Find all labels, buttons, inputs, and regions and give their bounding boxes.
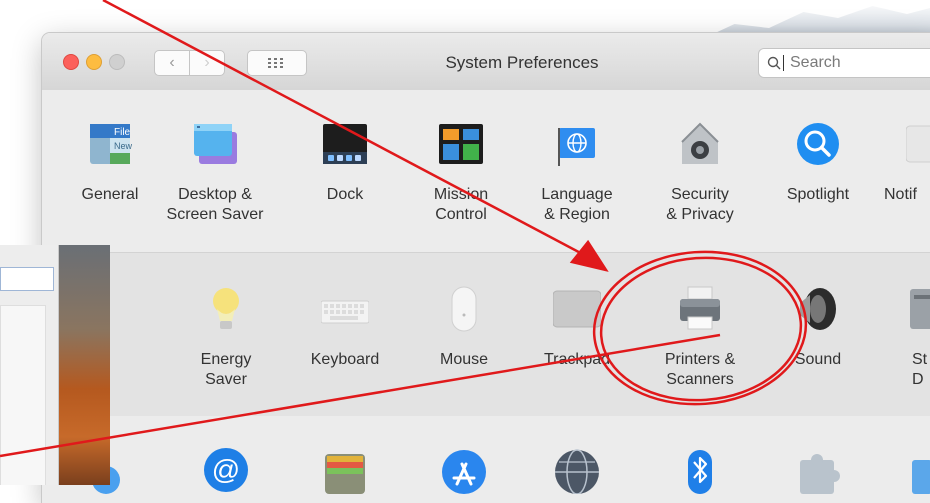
pane-label: Trackpad xyxy=(543,351,611,368)
pane-label: Language & Region xyxy=(541,186,613,223)
pane-label: Printers & Scanners xyxy=(664,351,736,388)
pane-app-store[interactable] xyxy=(406,446,522,499)
bluetooth-icon xyxy=(688,450,712,494)
pane-bluetooth[interactable] xyxy=(642,446,758,499)
show-all-grid-icon xyxy=(268,58,283,68)
pane-energy-saver[interactable]: Energy Saver xyxy=(168,285,284,390)
wallpaper-photo xyxy=(50,245,110,485)
sound-icon xyxy=(800,288,836,330)
zoom-button[interactable] xyxy=(109,54,125,70)
security-privacy-icon xyxy=(681,122,719,164)
svg-text:@: @ xyxy=(212,454,240,485)
background-window-content xyxy=(0,305,46,485)
background-window-field[interactable] xyxy=(0,267,54,291)
show-all-button[interactable] xyxy=(247,50,307,76)
energy-saver-icon xyxy=(213,288,239,329)
pane-language-region[interactable]: Language & Region xyxy=(519,120,635,225)
pane-label: Dock xyxy=(326,186,364,203)
extensions-icon xyxy=(800,454,840,494)
network-icon xyxy=(555,449,599,495)
pane-network[interactable] xyxy=(519,446,635,499)
pane-mission-control[interactable]: Mission Control xyxy=(403,120,519,225)
pane-label: Energy Saver xyxy=(200,351,252,388)
window-title: System Preferences xyxy=(445,53,599,72)
keyboard-icon xyxy=(320,300,370,324)
close-button[interactable] xyxy=(63,54,79,70)
pane-keyboard[interactable]: Keyboard xyxy=(287,285,403,370)
preferences-row-personal: File New General Desktop & Screen Saver xyxy=(42,90,930,251)
title-bar: ‹ › System Preferences Search xyxy=(42,33,930,91)
startup-disk-icon xyxy=(910,289,930,329)
pane-printers-scanners[interactable]: Printers & Scanners xyxy=(642,285,758,390)
pane-label: Mission Control xyxy=(433,186,489,223)
pane-label: Sound xyxy=(794,351,842,368)
svg-text:New: New xyxy=(114,141,133,151)
pane-label: Notif xyxy=(884,186,917,203)
pane-mouse[interactable]: Mouse xyxy=(406,285,522,370)
trackpad-icon xyxy=(552,290,602,328)
text-cursor xyxy=(783,55,784,71)
mission-control-icon xyxy=(439,124,483,164)
pane-label: General xyxy=(81,186,139,203)
pane-internet-accounts[interactable]: @ xyxy=(168,446,284,499)
sharing-icon xyxy=(912,460,930,494)
pane-sound[interactable]: Sound xyxy=(760,285,876,370)
forward-button[interactable]: › xyxy=(189,50,225,76)
pane-desktop-screen-saver[interactable]: Desktop & Screen Saver xyxy=(157,120,273,225)
spotlight-icon xyxy=(797,123,839,165)
pane-label: Mouse xyxy=(439,351,489,368)
dock-icon xyxy=(323,124,367,164)
pane-startup-disk[interactable]: St D xyxy=(878,285,930,390)
minimize-button[interactable] xyxy=(86,54,102,70)
notifications-icon xyxy=(905,125,930,163)
pane-label: Desktop & Screen Saver xyxy=(166,186,264,223)
pane-label: Spotlight xyxy=(786,186,850,203)
pane-security-privacy[interactable]: Security & Privacy xyxy=(642,120,758,225)
pane-wallet[interactable] xyxy=(287,446,403,499)
search-placeholder: Search xyxy=(790,54,841,71)
printers-scanners-icon xyxy=(680,286,720,330)
search-icon xyxy=(767,56,781,70)
pane-label: Security & Privacy xyxy=(666,186,734,223)
search-field[interactable]: Search xyxy=(758,48,930,78)
pane-dock[interactable]: Dock xyxy=(287,120,403,205)
system-preferences-window: ‹ › System Preferences Search File New G… xyxy=(42,33,930,503)
pane-trackpad[interactable]: Trackpad xyxy=(519,285,635,370)
background-window-panel xyxy=(0,245,59,485)
chevron-left-icon: ‹ xyxy=(169,54,175,71)
app-store-icon xyxy=(442,450,486,494)
background-window xyxy=(0,245,110,485)
pane-spotlight[interactable]: Spotlight xyxy=(760,120,876,205)
pane-label: Keyboard xyxy=(310,351,380,368)
internet-accounts-icon: @ xyxy=(204,448,248,492)
language-region-icon xyxy=(558,128,595,166)
desktop-screen-saver-icon xyxy=(194,124,237,164)
general-icon: File New xyxy=(90,124,133,164)
preferences-row-internet: @ xyxy=(42,416,930,503)
pane-notifications[interactable]: Notif xyxy=(878,120,930,205)
wallet-icon xyxy=(325,454,365,494)
mouse-icon xyxy=(451,286,477,332)
svg-text:File: File xyxy=(114,127,131,138)
chevron-right-icon: › xyxy=(204,54,210,71)
preferences-row-hardware: plays Energy Saver Keyboard xyxy=(42,252,930,417)
pane-extensions[interactable] xyxy=(760,446,876,499)
pane-general[interactable]: File New General xyxy=(52,120,168,205)
pane-sharing[interactable] xyxy=(878,446,930,499)
pane-label: St D xyxy=(912,351,928,388)
back-button[interactable]: ‹ xyxy=(154,50,190,76)
